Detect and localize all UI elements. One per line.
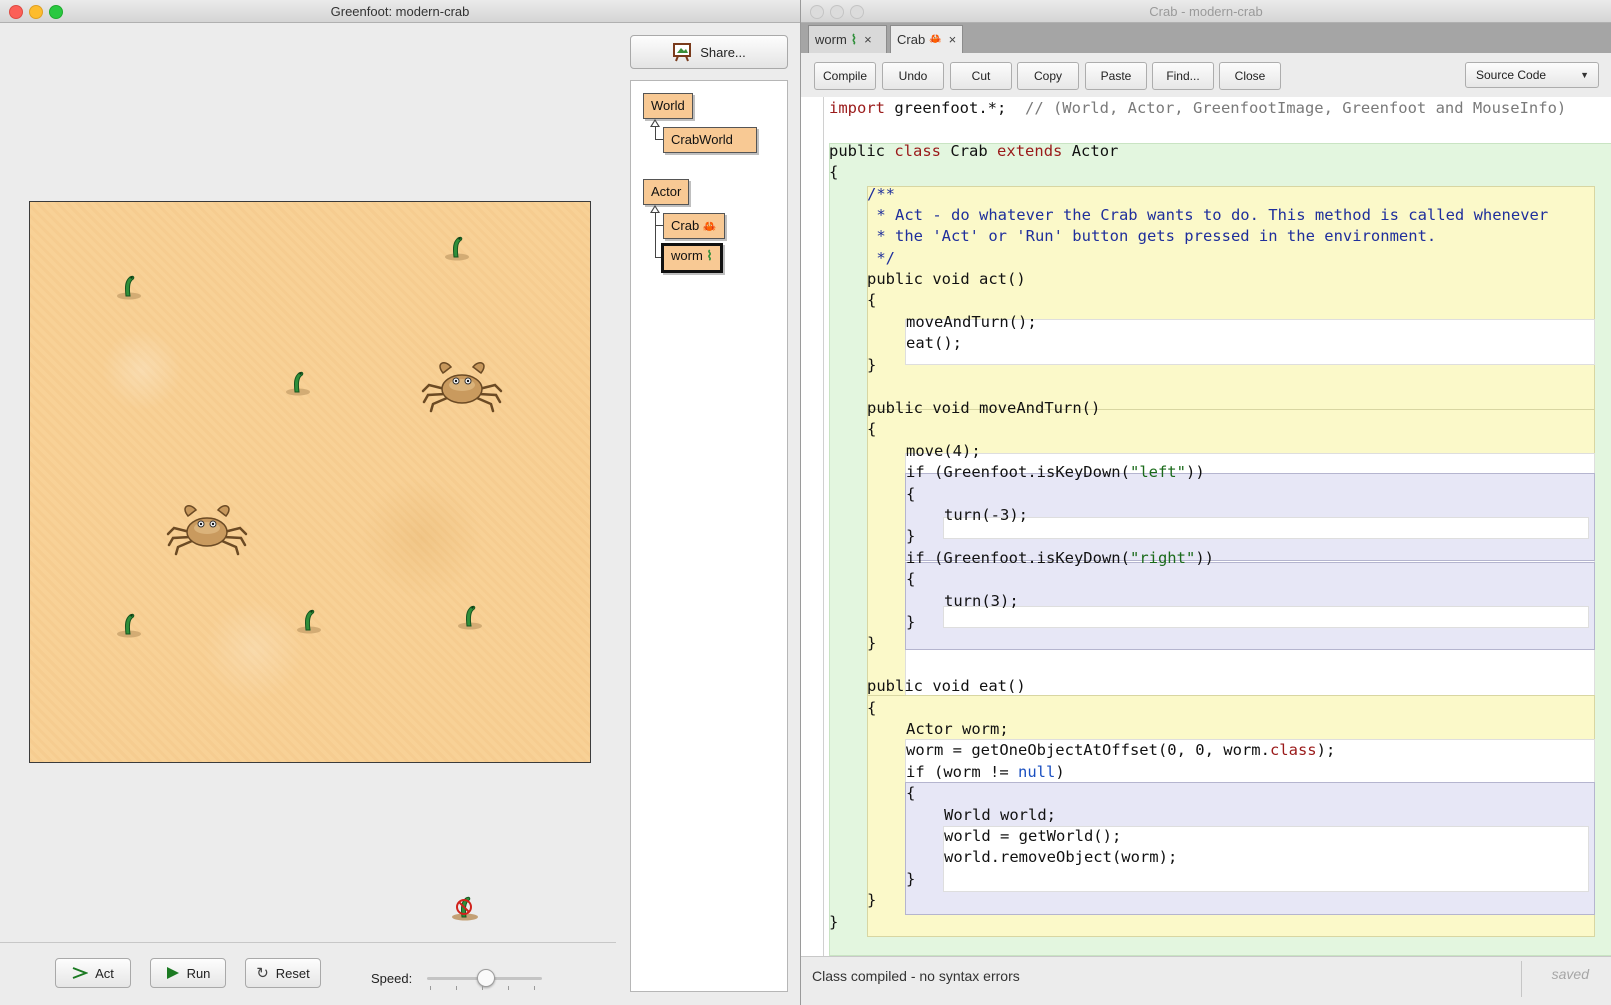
code-line: import greenfoot.*; // (World, Actor, Gr… <box>829 99 1567 117</box>
code-line: public class Crab extends Actor <box>829 142 1119 160</box>
code-line: { <box>867 420 877 438</box>
editor-toolbar: Compile Undo Cut Copy Paste Find... Clos… <box>801 53 1611 98</box>
if-body-right <box>943 606 1589 628</box>
greenfoot-titlebar: Greenfoot: modern-crab <box>0 0 800 23</box>
worm-actor[interactable] <box>293 603 325 635</box>
code-line: eat(); <box>906 334 962 352</box>
close-button[interactable]: Close <box>1219 62 1281 90</box>
class-crab[interactable]: Crab 🦀 <box>663 213 725 239</box>
reset-icon: ↻ <box>256 965 269 982</box>
inherit-arrow <box>650 119 660 127</box>
if-body-left <box>943 517 1589 539</box>
act-button[interactable]: Act <box>55 958 131 988</box>
code-line: } <box>867 356 877 374</box>
code-line: public void act() <box>867 270 1026 288</box>
crab-icon: 🦀 <box>929 34 942 45</box>
code-line: if (worm != null) <box>906 763 1065 781</box>
crab-icon: 🦀 <box>702 221 717 233</box>
code-line: { <box>906 485 916 503</box>
code-line: { <box>867 291 877 309</box>
code-line: * Act - do whatever the Crab wants to do… <box>867 206 1549 224</box>
code-line: turn(-3); <box>944 506 1028 524</box>
window-title: Greenfoot: modern-crab <box>330 4 470 19</box>
close-tab-icon[interactable]: × <box>864 32 872 47</box>
share-button[interactable]: Share... <box>630 35 788 69</box>
find-button[interactable]: Find... <box>1152 62 1214 90</box>
act-arrow-icon <box>72 967 89 979</box>
code-line: world.removeObject(worm); <box>944 848 1178 866</box>
code-line: { <box>829 163 839 181</box>
code-line: if (Greenfoot.isKeyDown("left")) <box>906 463 1205 481</box>
editor-window: Crab - modern-crab worm ⌇ × Crab 🦀 × Com… <box>801 0 1611 1005</box>
code-line: public void moveAndTurn() <box>867 399 1101 417</box>
speed-label: Speed: <box>371 971 413 986</box>
code-line: { <box>906 570 916 588</box>
code-line: /** <box>867 185 895 203</box>
code-line: * the 'Act' or 'Run' button gets pressed… <box>867 227 1437 245</box>
no-drop-worm-icon <box>452 896 478 921</box>
code-editor[interactable]: import greenfoot.*; // (World, Actor, Gr… <box>801 97 1611 956</box>
close-tab-icon[interactable]: × <box>949 32 957 47</box>
code-line: } <box>906 613 916 631</box>
speed-slider-knob[interactable] <box>476 969 495 987</box>
worm-icon: ⌇ <box>706 248 713 263</box>
code-line: World world; <box>944 806 1056 824</box>
code-line: world = getWorld(); <box>944 827 1122 845</box>
compile-status: Class compiled - no syntax errors <box>812 968 1020 984</box>
editor-tab-bar: worm ⌇ × Crab 🦀 × <box>801 23 1611 53</box>
saved-indicator: saved <box>1551 966 1589 982</box>
class-world[interactable]: World <box>643 93 693 119</box>
code-line: moveAndTurn(); <box>906 313 1037 331</box>
class-worm[interactable]: worm ⌇ <box>661 243 723 273</box>
code-line: Actor worm; <box>906 720 1009 738</box>
crab-actor[interactable] <box>166 502 248 558</box>
code-line: } <box>906 870 916 888</box>
code-line: } <box>867 634 877 652</box>
play-icon <box>166 967 179 979</box>
compile-button[interactable]: Compile <box>814 62 876 90</box>
window-title: Crab - modern-crab <box>1149 4 1263 19</box>
worm-actor[interactable] <box>113 269 145 301</box>
run-button[interactable]: Run <box>150 958 226 988</box>
tab-worm[interactable]: worm ⌇ × <box>808 25 887 53</box>
code-line: } <box>829 913 839 931</box>
worm-actor[interactable] <box>113 607 145 639</box>
code-line: turn(3); <box>944 592 1019 610</box>
inherit-arrow <box>650 205 660 213</box>
undo-button[interactable]: Undo <box>882 62 944 90</box>
greenfoot-main-window: Greenfoot: modern-crab Share... World Cr… <box>0 0 801 1005</box>
code-line: } <box>867 891 877 909</box>
editor-titlebar: Crab - modern-crab <box>801 0 1611 23</box>
worm-actor[interactable] <box>441 230 473 262</box>
class-crabworld[interactable]: CrabWorld <box>663 127 757 153</box>
simulation-controls: Act Run ↻ Reset Speed: <box>0 942 616 1005</box>
code-line: { <box>906 784 916 802</box>
code-line: { <box>867 699 877 717</box>
worm-actor[interactable] <box>282 365 314 397</box>
share-label: Share... <box>700 44 746 60</box>
cut-button[interactable]: Cut <box>950 62 1012 90</box>
copy-button[interactable]: Copy <box>1017 62 1079 90</box>
worm-icon: ⌇ <box>850 31 858 47</box>
reset-button[interactable]: ↻ Reset <box>245 958 321 988</box>
code-line: } <box>906 527 916 545</box>
code-line: if (Greenfoot.isKeyDown("right")) <box>906 549 1214 567</box>
worm-actor[interactable] <box>454 599 486 631</box>
easel-icon <box>673 43 692 62</box>
view-mode-select[interactable]: Source Code ▼ <box>1465 62 1599 88</box>
paste-button[interactable]: Paste <box>1085 62 1147 90</box>
code-line: */ <box>867 249 895 267</box>
class-diagram-panel: World CrabWorld Actor Crab 🦀 worm ⌇ <box>630 80 788 992</box>
world-canvas[interactable] <box>29 201 591 763</box>
code-line: worm = getOneObjectAtOffset(0, 0, worm.c… <box>906 741 1336 759</box>
class-actor[interactable]: Actor <box>643 179 690 205</box>
tab-crab[interactable]: Crab 🦀 × <box>890 25 963 53</box>
chevron-down-icon: ▼ <box>1580 70 1589 80</box>
code-line: move(4); <box>906 442 981 460</box>
code-line: public void eat() <box>867 677 1026 695</box>
editor-status-bar: Class compiled - no syntax errors saved <box>801 956 1611 1005</box>
crab-actor[interactable] <box>421 359 503 415</box>
